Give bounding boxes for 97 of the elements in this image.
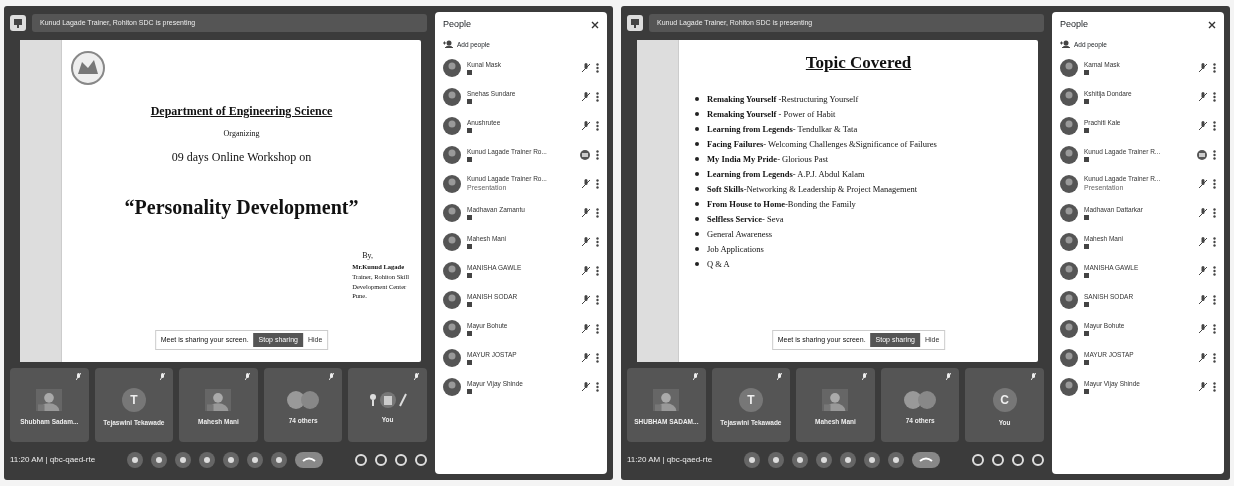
avatar-icon (443, 319, 461, 338)
slide-list-item: Selfless Service- Seva (707, 212, 784, 226)
avatar-icon (1060, 145, 1078, 164)
camera-icon (467, 389, 472, 395)
slide-list-item: Q & A (707, 257, 730, 271)
avatar-icon (443, 203, 461, 222)
camera-icon (467, 157, 472, 163)
slide-list-item: General Awareness (707, 227, 773, 241)
camera-icon (467, 331, 472, 337)
camera-icon (1084, 128, 1089, 134)
slide-list-item: From House to Home-Bonding the Family (707, 197, 856, 211)
add-person-icon (443, 40, 453, 49)
bullet-icon (695, 247, 699, 251)
avatars-icon (286, 390, 321, 411)
camera-icon (467, 360, 472, 366)
camera-icon (1084, 215, 1089, 221)
slide-text: 09 days Online Workshop on (170, 149, 313, 166)
meeting-details: 11:20 AM | qbc-qaed-rte (10, 454, 96, 466)
end-call-icon[interactable] (912, 452, 941, 468)
presentation-icon[interactable] (10, 15, 26, 31)
avatar-icon (443, 290, 461, 309)
emblem-icon (70, 50, 106, 86)
bullet-icon (695, 112, 699, 116)
close-icon[interactable] (1208, 20, 1216, 29)
slide-list-item: Remaking Yourself - Power of Habit (707, 107, 836, 121)
camera-icon (467, 244, 472, 250)
slide-list-item: Facing Failures- Welcoming Challenges &Significance of Failures (707, 137, 937, 151)
avatar-icon (443, 232, 461, 251)
end-call-icon[interactable] (295, 452, 324, 468)
camera-icon (1084, 157, 1089, 163)
camera-icon (467, 128, 472, 134)
avatar-icon (1060, 203, 1078, 222)
meeting-details: 11:20 AM | qbc-qaed-rte (627, 454, 713, 466)
slide-list-item: Remaking Yourself -Restructuring Yourself (707, 92, 859, 106)
avatar-icon (443, 377, 461, 396)
presentation-icon[interactable] (627, 15, 643, 31)
avatar: T (738, 388, 763, 413)
camera-icon (467, 215, 472, 221)
avatar-icon (1060, 174, 1078, 193)
bullet-icon (695, 232, 699, 236)
slide-heading: Topic Covered (805, 52, 912, 74)
slide-title: “Personality Development” (123, 195, 360, 221)
slide-list-item: Learning from Legends- Tendulkar & Tata (707, 122, 858, 136)
camera-icon (1084, 99, 1089, 105)
avatar-icon (1060, 232, 1078, 251)
bullet-icon (695, 142, 699, 146)
bullet-icon (695, 172, 699, 176)
avatar-icon (1060, 348, 1078, 367)
add-person-icon (1060, 40, 1070, 49)
camera-icon (1084, 70, 1089, 76)
avatar-icon (443, 348, 461, 367)
panel-title: People (1060, 18, 1089, 31)
camera-icon (1084, 331, 1089, 337)
presenting-icon (580, 149, 590, 160)
camera-icon (1084, 389, 1089, 395)
slide-list-item: My India My Pride- Glorious Past (707, 152, 829, 166)
bullet-icon (695, 262, 699, 266)
slide-heading: Department of Engineering Science (149, 103, 334, 120)
bullet-icon (695, 202, 699, 206)
avatar-icon (443, 145, 461, 164)
avatar: C (992, 388, 1017, 413)
avatar-icon (443, 116, 461, 135)
camera-icon (467, 70, 472, 76)
panel-title: People (443, 18, 472, 31)
avatar-icon (1060, 290, 1078, 309)
slide-text: By, (361, 250, 374, 262)
avatar-icon (443, 58, 461, 77)
camera-icon (1084, 244, 1089, 250)
camera-icon (1084, 273, 1089, 279)
bullet-icon (695, 187, 699, 191)
camera-icon (1084, 302, 1089, 308)
bullet-icon (695, 157, 699, 161)
avatars-icon (903, 390, 938, 411)
avatar: T (121, 388, 146, 413)
bullet-icon (695, 217, 699, 221)
bullet-icon (695, 127, 699, 131)
avatar-icon (1060, 377, 1078, 396)
slide-list-item: Learning from Legends- A.P.J. Abdul Kalam (707, 167, 865, 181)
camera-icon (467, 302, 472, 308)
tile-controls-icon (367, 391, 408, 410)
slide-list-item: Soft Skills-Networking & Leadership & Project Management (707, 182, 918, 196)
presenting-icon (1197, 149, 1207, 160)
slide-list-item: Job Applications (707, 242, 764, 256)
camera-icon (1084, 360, 1089, 366)
avatar-icon (1060, 261, 1078, 280)
avatar-icon (443, 87, 461, 106)
slide-text: Organizing (222, 128, 261, 140)
avatar-icon (1060, 58, 1078, 77)
avatar-icon (443, 174, 461, 193)
avatar-icon (1060, 319, 1078, 338)
avatar-icon (443, 261, 461, 280)
avatar-icon (1060, 87, 1078, 106)
bullet-icon (695, 97, 699, 101)
camera-icon (467, 99, 472, 105)
avatar-icon (1060, 116, 1078, 135)
camera-icon (467, 273, 472, 279)
close-icon[interactable] (591, 20, 599, 29)
